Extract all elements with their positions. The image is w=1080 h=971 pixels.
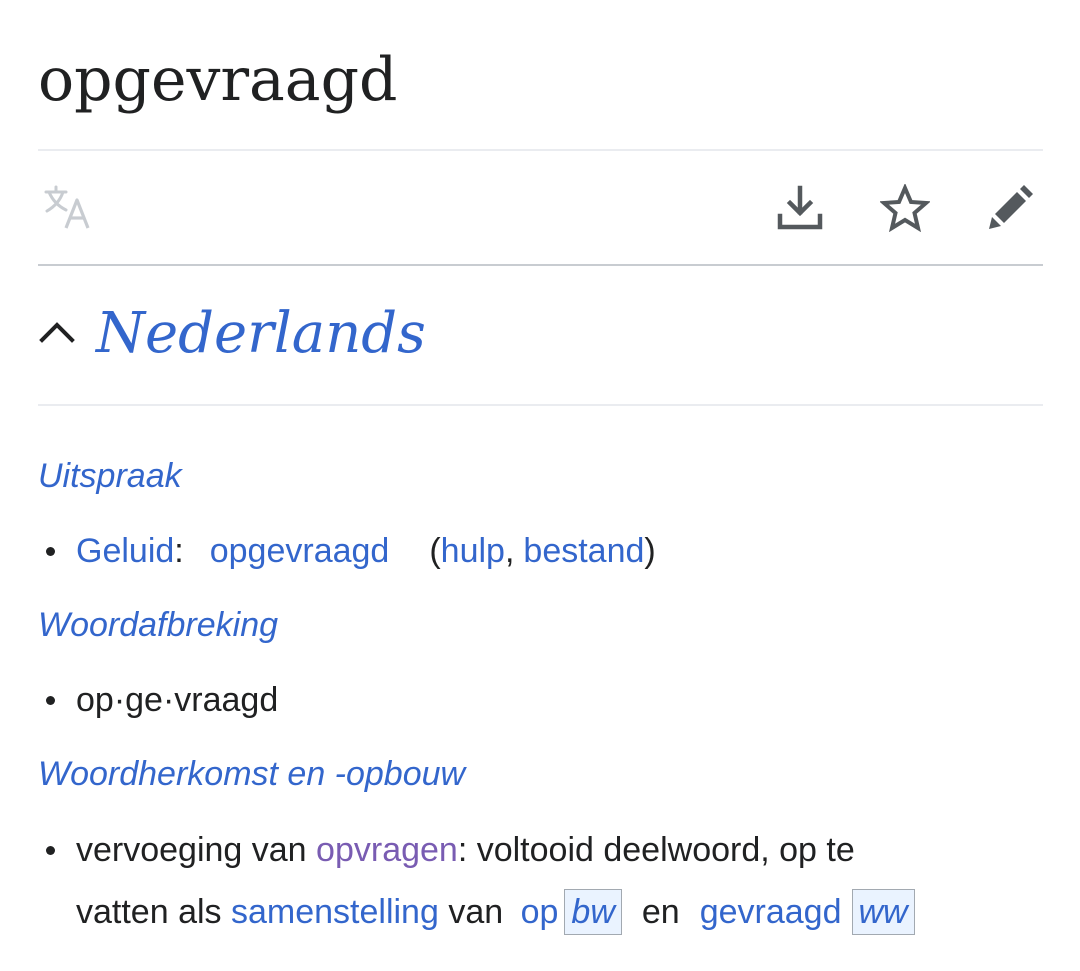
ww-tag[interactable]: ww bbox=[851, 889, 915, 935]
heading-woordherkomst[interactable]: Woordherkomst en -opbouw bbox=[38, 752, 465, 796]
van-text: van bbox=[438, 893, 513, 931]
title-divider bbox=[38, 149, 1043, 151]
heading-woordafbreking[interactable]: Woordafbreking bbox=[38, 603, 278, 647]
heading-uitspraak[interactable]: Uitspraak bbox=[38, 454, 182, 498]
gevraagd-link[interactable]: gevraagd bbox=[700, 893, 842, 931]
chevron-up-icon[interactable] bbox=[38, 314, 76, 352]
bullet bbox=[46, 696, 55, 705]
hyphenation-text: op·ge·vraagd bbox=[76, 681, 279, 719]
article-page: op gevraagd Nederlands Uitspraak Geluid: … bbox=[38, 0, 1043, 971]
item-content: vervoeging van opvragen: voltooid deelwo… bbox=[76, 820, 855, 880]
section-title: Nederlands bbox=[96, 301, 426, 366]
item-content: vatten als samenstelling van op bw en gevra… bbox=[76, 882, 915, 942]
close-paren: ) bbox=[644, 532, 656, 570]
etymology-suffix: : voltooid deelwoord, op te bbox=[457, 831, 855, 869]
bullet bbox=[46, 846, 55, 855]
opvragen-link[interactable]: opvragen bbox=[316, 831, 458, 869]
toolbar-divider bbox=[38, 264, 1043, 266]
bw-tag[interactable]: bw bbox=[564, 889, 622, 935]
geluid-link[interactable]: Geluid bbox=[76, 532, 174, 570]
op-link[interactable]: op bbox=[521, 893, 559, 931]
line2-prefix: vatten als bbox=[76, 893, 231, 931]
section-divider bbox=[38, 404, 1043, 406]
samenstelling-link[interactable]: samenstelling bbox=[231, 893, 439, 931]
audio-link[interactable]: opgevraagd bbox=[210, 532, 390, 570]
pencil-icon[interactable] bbox=[982, 180, 1038, 236]
section-header-nederlands[interactable]: Nederlands bbox=[38, 268, 1043, 404]
item-content: Geluid: opgevraagd (hulp, bestand) bbox=[76, 521, 656, 581]
star-icon[interactable] bbox=[877, 180, 933, 236]
hulp-link[interactable]: hulp bbox=[441, 532, 505, 570]
en-text: en bbox=[641, 893, 680, 931]
open-paren: ( bbox=[429, 532, 441, 570]
comma-text: , bbox=[504, 532, 515, 570]
etymology-prefix: vervoeging van bbox=[76, 831, 317, 869]
page-actions-toolbar bbox=[38, 152, 1043, 264]
bestand-link[interactable]: bestand bbox=[523, 532, 644, 570]
bullet bbox=[46, 547, 55, 556]
translate-icon[interactable] bbox=[40, 180, 96, 236]
colon-text: : bbox=[174, 532, 184, 570]
page-title: opgevraagd bbox=[38, 45, 398, 115]
download-icon[interactable] bbox=[772, 180, 828, 236]
